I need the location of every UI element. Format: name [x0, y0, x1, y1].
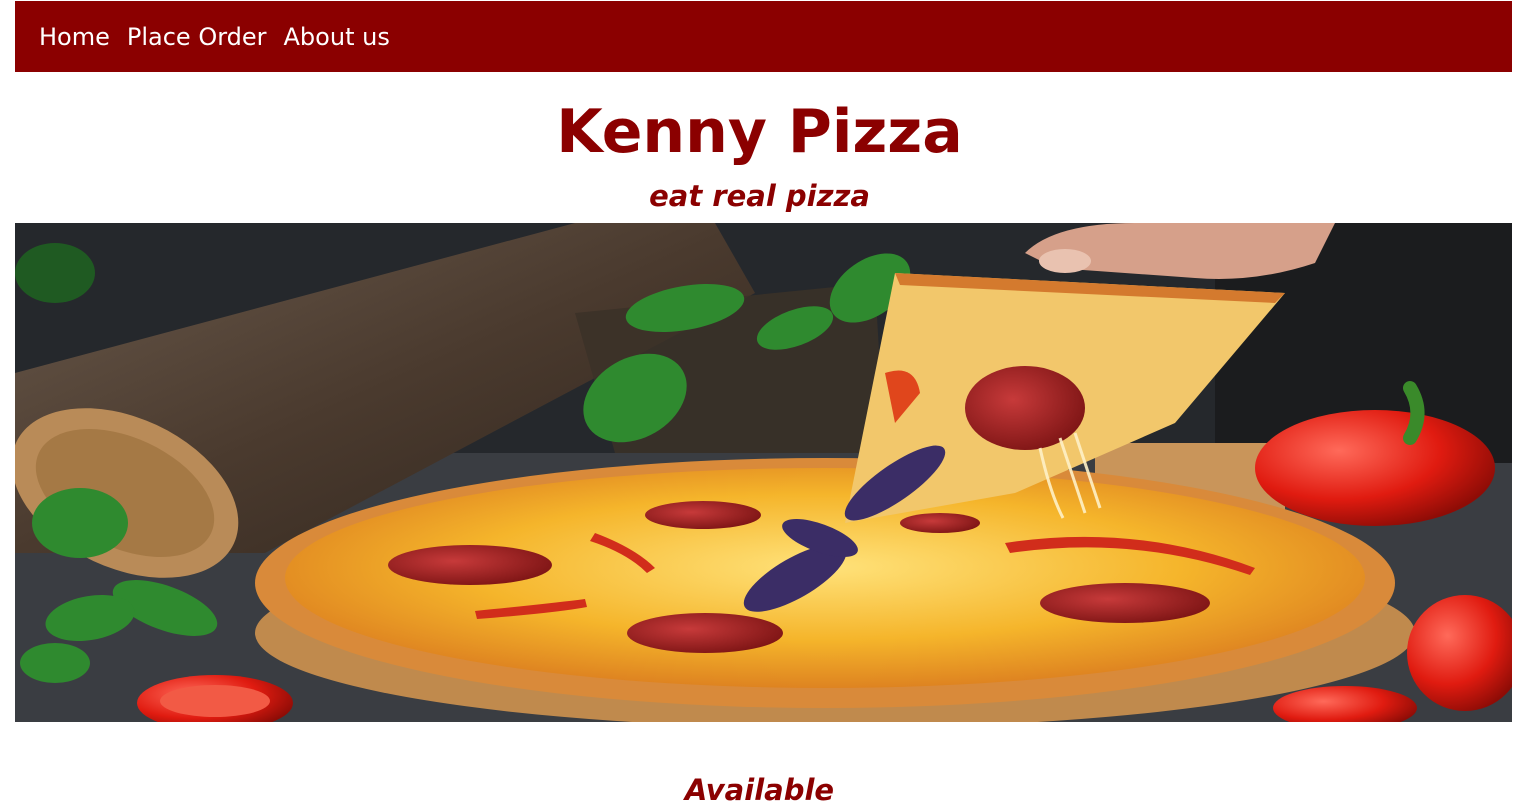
nav-place-order-link[interactable]: Place Order	[127, 25, 267, 49]
red-bell-pepper	[1255, 410, 1495, 526]
hero-pizza-image	[15, 223, 1512, 722]
page-title: Kenny Pizza	[556, 97, 963, 167]
page-tagline: eat real pizza	[649, 179, 870, 213]
pizza-illustration	[15, 223, 1512, 722]
nav-about-us-link[interactable]: About us	[284, 25, 390, 49]
available-heading: Available	[684, 773, 835, 807]
top-nav: Home Place Order About us	[15, 1, 1512, 72]
nav-home-link[interactable]: Home	[39, 25, 110, 49]
